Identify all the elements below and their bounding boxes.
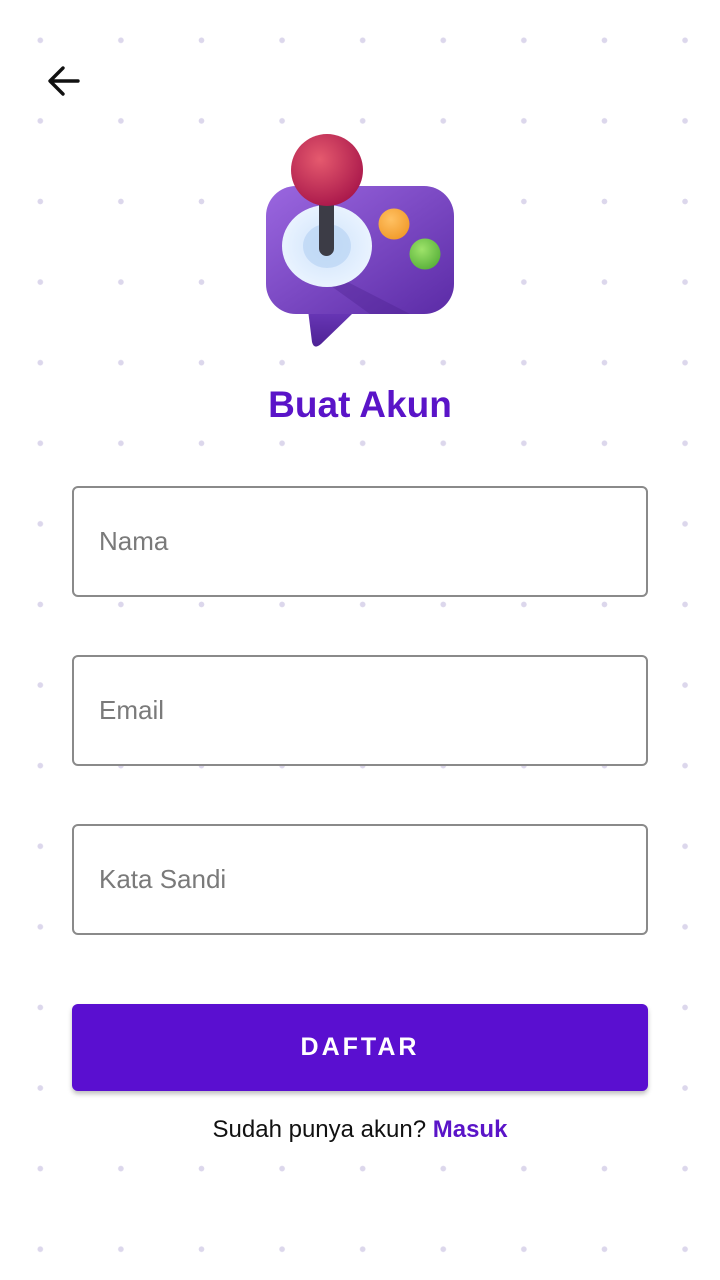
login-prompt: Sudah punya akun? Masuk (0, 1116, 720, 1144)
register-button[interactable]: DAFTAR (72, 1004, 648, 1091)
password-field-container (72, 824, 648, 935)
page-title: Buat Akun (268, 384, 452, 425)
back-button[interactable] (36, 56, 92, 106)
login-link[interactable]: Masuk (433, 1116, 508, 1143)
name-field-container (72, 486, 648, 597)
app-logo (260, 128, 460, 350)
email-input[interactable] (74, 657, 646, 764)
arrow-left-icon (48, 66, 80, 96)
password-input[interactable] (74, 826, 646, 933)
email-field-container (72, 655, 648, 766)
game-controller-chat-icon (266, 134, 454, 347)
name-input[interactable] (74, 488, 646, 595)
login-prompt-text: Sudah punya akun? (212, 1116, 433, 1143)
